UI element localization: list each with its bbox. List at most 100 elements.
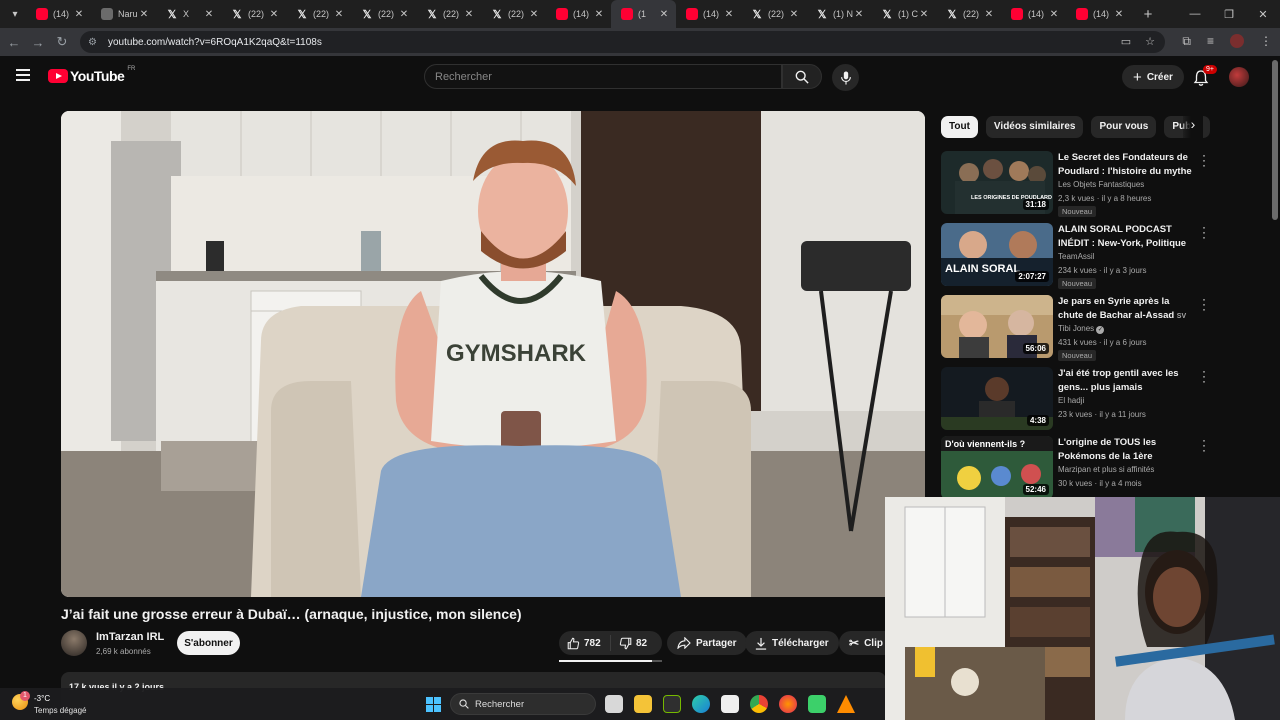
store-icon[interactable] xyxy=(721,695,739,713)
browser-tab[interactable]: 𝕏 (1) N ✕ xyxy=(806,0,871,28)
more-options-icon[interactable]: · · · xyxy=(1199,434,1209,456)
tab-close-icon[interactable]: ✕ xyxy=(463,9,475,20)
more-options-icon[interactable]: · · · xyxy=(1199,149,1209,171)
tab-close-icon[interactable]: ✕ xyxy=(398,9,410,20)
start-button[interactable] xyxy=(426,697,441,712)
tab-close-icon[interactable]: ✕ xyxy=(853,9,865,20)
browser-tab[interactable]: Naru ✕ xyxy=(91,0,156,28)
subscribe-button[interactable]: S'abonner xyxy=(177,631,240,655)
account-avatar[interactable] xyxy=(1229,67,1249,87)
rec-title[interactable]: J'ai été trop gentil avec les gens... pl… xyxy=(1058,367,1196,394)
new-tab-button[interactable]: + xyxy=(1137,6,1159,23)
chrome-menu-icon[interactable]: ⋮ xyxy=(1260,34,1272,49)
recommended-video[interactable]: 56:06 Je pars en Syrie après la chute de… xyxy=(941,293,1211,361)
page-scrollbar[interactable] xyxy=(1272,60,1278,220)
voice-search-button[interactable] xyxy=(832,64,859,91)
rec-channel[interactable]: Les Objets Fantastiques xyxy=(1058,180,1144,189)
minimize-button[interactable]: — xyxy=(1178,8,1212,20)
more-options-icon[interactable]: · · · xyxy=(1199,293,1209,315)
tab-close-icon[interactable]: ✕ xyxy=(593,9,605,20)
menu-icon[interactable] xyxy=(16,69,30,81)
rec-title[interactable]: ALAIN SORAL PODCAST INÉDIT : New-York, P… xyxy=(1058,223,1196,250)
video-player[interactable]: GYMSHARK xyxy=(61,111,925,597)
chip-for-you[interactable]: Pour vous xyxy=(1091,116,1157,138)
tab-close-icon[interactable]: ✕ xyxy=(723,9,735,20)
tab-close-icon[interactable]: ✕ xyxy=(1113,9,1125,20)
share-button[interactable]: Partager xyxy=(667,631,747,655)
browser-tab[interactable]: (14) ✕ xyxy=(676,0,741,28)
browser-tab[interactable]: (14) ✕ xyxy=(1001,0,1066,28)
chip-all[interactable]: Tout xyxy=(941,116,978,138)
chip-similar[interactable]: Vidéos similaires xyxy=(985,116,1084,138)
rec-channel[interactable]: Tibi Jones ✓ xyxy=(1058,324,1105,334)
browser-tab[interactable]: 𝕏 (22) ✕ xyxy=(741,0,806,28)
browser-tab[interactable]: 𝕏 (22) ✕ xyxy=(351,0,416,28)
video-thumbnail[interactable]: 4:38 xyxy=(941,367,1053,430)
vlc-icon[interactable] xyxy=(837,695,855,713)
maximize-button[interactable]: ❐ xyxy=(1212,8,1246,21)
browser-tab[interactable]: (1 ✕ xyxy=(611,0,676,28)
cast-icon[interactable]: ▭ xyxy=(1121,35,1131,48)
app-icon[interactable] xyxy=(808,695,826,713)
taskbar-search[interactable]: Rechercher xyxy=(450,693,596,715)
recommended-video[interactable]: 4:38 J'ai été trop gentil avec les gens.… xyxy=(941,365,1211,431)
video-thumbnail[interactable]: ALAIN SORAL 2:07:27 xyxy=(941,223,1053,286)
bookmark-star-icon[interactable]: ☆ xyxy=(1145,35,1155,48)
video-thumbnail[interactable]: 56:06 xyxy=(941,295,1053,358)
channel-avatar[interactable] xyxy=(61,630,87,656)
rec-title[interactable]: Je pars en Syrie après la chute de Bacha… xyxy=(1058,295,1196,322)
reading-list-icon[interactable]: ≡ xyxy=(1207,34,1214,49)
address-bar[interactable]: ⚙ youtube.com/watch?v=6ROqA1K2qaQ&t=1108… xyxy=(80,31,1165,53)
chrome-icon[interactable] xyxy=(750,695,768,713)
reload-button[interactable]: ↻ xyxy=(50,34,74,50)
create-button[interactable]: + Créer xyxy=(1122,65,1184,89)
like-button[interactable]: 782 xyxy=(559,635,611,651)
rec-channel[interactable]: Marzipan et plus si affinités xyxy=(1058,465,1154,474)
search-button[interactable] xyxy=(782,64,822,89)
clip-button[interactable]: ✂ Clip xyxy=(839,631,885,655)
browser-tab[interactable]: (14) ✕ xyxy=(546,0,611,28)
browser-tab[interactable]: 𝕏 (1) C ✕ xyxy=(871,0,936,28)
rec-channel[interactable]: TeamAssil xyxy=(1058,252,1094,261)
browser-tab[interactable]: (14) ✕ xyxy=(1066,0,1131,28)
tab-close-icon[interactable]: ✕ xyxy=(788,9,800,20)
browser-tab[interactable]: 𝕏 (22) ✕ xyxy=(481,0,546,28)
file-explorer-icon[interactable] xyxy=(634,695,652,713)
tab-close-icon[interactable]: ✕ xyxy=(73,9,85,20)
tab-close-icon[interactable]: ✕ xyxy=(983,9,995,20)
channel-name[interactable]: ImTarzan IRL xyxy=(96,631,164,643)
recommended-video[interactable]: D'où viennent-ils ? 52:46 L'origine de T… xyxy=(941,434,1211,500)
youtube-logo[interactable]: YouTube FR xyxy=(48,66,135,84)
rec-channel[interactable]: El hadji xyxy=(1058,396,1084,405)
browser-tab[interactable]: 𝕏 (22) ✕ xyxy=(416,0,481,28)
tab-close-icon[interactable]: ✕ xyxy=(658,9,670,20)
chips-next-arrow-icon[interactable]: › xyxy=(1183,116,1203,138)
video-thumbnail[interactable]: D'où viennent-ils ? 52:46 xyxy=(941,436,1053,499)
close-window-button[interactable]: ✕ xyxy=(1246,8,1280,21)
tab-close-icon[interactable]: ✕ xyxy=(268,9,280,20)
browser-tab[interactable]: 𝕏 X ✕ xyxy=(156,0,221,28)
search-input[interactable]: Rechercher xyxy=(424,64,782,89)
browser-tab[interactable]: 𝕏 (22) ✕ xyxy=(221,0,286,28)
firefox-icon[interactable] xyxy=(779,695,797,713)
rec-title[interactable]: Le Secret des Fondateurs de Poudlard : l… xyxy=(1058,151,1196,178)
tab-search-button[interactable]: ▾ xyxy=(4,3,26,25)
tab-close-icon[interactable]: ✕ xyxy=(333,9,345,20)
tab-close-icon[interactable]: ✕ xyxy=(203,9,215,20)
browser-tab[interactable]: 𝕏 (22) ✕ xyxy=(286,0,351,28)
edge-icon[interactable] xyxy=(692,695,710,713)
browser-tab[interactable]: 𝕏 (22) ✕ xyxy=(936,0,1001,28)
back-button[interactable]: ← xyxy=(2,35,26,50)
task-view-icon[interactable] xyxy=(605,695,623,713)
profile-avatar[interactable] xyxy=(1230,34,1244,48)
dislike-button[interactable]: 82 xyxy=(611,635,662,651)
recommended-video[interactable]: LES ORIGINES DE POUDLARD 31:18 Le Secret… xyxy=(941,149,1211,217)
tab-close-icon[interactable]: ✕ xyxy=(1048,9,1060,20)
nvidia-icon[interactable] xyxy=(663,695,681,713)
more-options-icon[interactable]: · · · xyxy=(1199,221,1209,243)
more-options-icon[interactable]: · · · xyxy=(1199,365,1209,387)
recommended-video[interactable]: ALAIN SORAL 2:07:27 ALAIN SORAL PODCAST … xyxy=(941,221,1211,289)
site-info-icon[interactable]: ⚙ xyxy=(88,37,102,48)
browser-tab[interactable]: (14) ✕ xyxy=(26,0,91,28)
video-thumbnail[interactable]: LES ORIGINES DE POUDLARD 31:18 xyxy=(941,151,1053,214)
